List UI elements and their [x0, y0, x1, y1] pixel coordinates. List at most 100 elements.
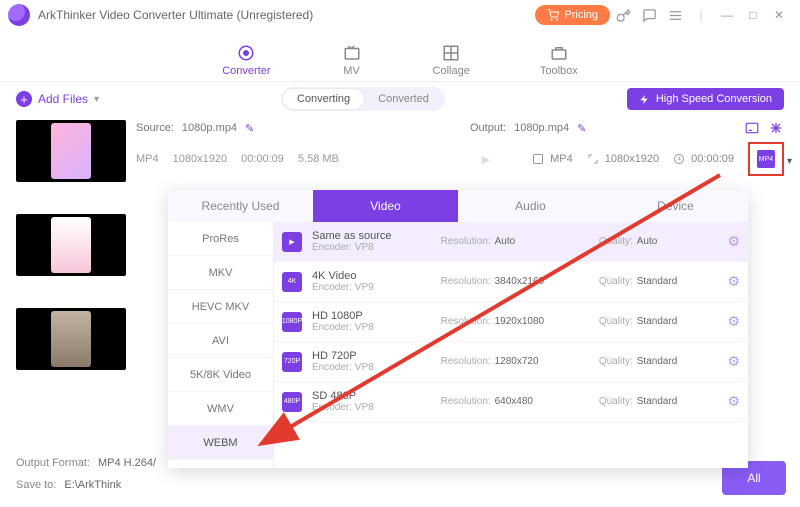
source-label: Source: [136, 122, 174, 134]
hsc-label: High Speed Conversion [656, 93, 772, 105]
chevron-down-icon: ▾ [94, 94, 99, 105]
high-speed-conversion-button[interactable]: High Speed Conversion [627, 88, 784, 110]
output-format-value[interactable]: MP4 H.264/ [98, 455, 166, 471]
collage-icon [440, 44, 462, 62]
nav-collage[interactable]: Collage [433, 44, 470, 77]
preset-row[interactable]: 480PSD 480PEncoder: VP8Resolution: 640x4… [274, 382, 748, 422]
subtitle-icon[interactable] [744, 120, 760, 136]
source-name: 1080p.mp4 [182, 122, 237, 134]
res-label: Resolution: [441, 276, 491, 287]
close-button[interactable]: ✕ [766, 2, 792, 28]
preset-icon: 4K [282, 272, 302, 292]
preset-settings-icon[interactable]: ⚙ [727, 313, 740, 330]
preset-quality: Standard [637, 276, 678, 287]
nav-toolbox[interactable]: Toolbox [540, 44, 578, 77]
preset-title: Same as source [312, 230, 431, 242]
format-side-avi[interactable]: AVI [168, 324, 273, 358]
pricing-button[interactable]: Pricing [535, 5, 610, 25]
chevron-down-icon: ▾ [787, 156, 792, 167]
res-label: Resolution: [441, 396, 491, 407]
preset-resolution: 1920x1080 [495, 316, 545, 327]
nav-converter-label: Converter [222, 65, 270, 77]
preset-settings-icon[interactable]: ⚙ [727, 393, 740, 410]
preset-quality: Auto [637, 236, 658, 247]
preset-encoder: Encoder: VP8 [312, 362, 431, 373]
preset-settings-icon[interactable]: ⚙ [727, 233, 740, 250]
converter-icon [235, 44, 257, 62]
format-side-webm[interactable]: WEBM [168, 426, 273, 460]
format-side-mxf[interactable]: MXF [168, 460, 273, 468]
film-icon [532, 153, 544, 165]
pill-converting[interactable]: Converting [283, 89, 364, 109]
preset-resolution: Auto [495, 236, 516, 247]
enhance-icon[interactable] [768, 120, 784, 136]
preset-encoder: Encoder: VP9 [312, 282, 431, 293]
minimize-button[interactable]: — [714, 2, 740, 28]
preset-title: 4K Video [312, 270, 431, 282]
preset-quality: Standard [637, 396, 678, 407]
preset-settings-icon[interactable]: ⚙ [727, 273, 740, 290]
toolbox-icon [548, 44, 570, 62]
edit-output-icon[interactable]: ✎ [577, 122, 586, 135]
add-files-label: Add Files [38, 92, 88, 106]
save-to-value[interactable]: E:\ArkThink [64, 477, 131, 493]
format-side-prores[interactable]: ProRes [168, 222, 273, 256]
add-files-button[interactable]: + Add Files ▾ [16, 91, 99, 107]
q-label: Quality: [599, 276, 633, 287]
mv-icon [341, 44, 363, 62]
format-side-wmv[interactable]: WMV [168, 392, 273, 426]
q-label: Quality: [599, 356, 633, 367]
pill-converted[interactable]: Converted [364, 89, 443, 109]
q-label: Quality: [599, 316, 633, 327]
nav-toolbox-label: Toolbox [540, 65, 578, 77]
pricing-label: Pricing [564, 9, 598, 21]
file-thumbnail-2[interactable] [16, 214, 126, 276]
key-icon[interactable] [610, 2, 636, 28]
preset-row[interactable]: 1080PHD 1080PEncoder: VP8Resolution: 192… [274, 302, 748, 342]
clock-icon [673, 153, 685, 165]
tab-device[interactable]: Device [603, 190, 748, 222]
preset-row[interactable]: 4K 4K VideoEncoder: VP9 Resolution: 3840x2… [274, 262, 748, 302]
menu-icon[interactable] [662, 2, 688, 28]
preset-resolution: 3840x2160 [495, 276, 545, 287]
nav-converter[interactable]: Converter [222, 44, 270, 77]
format-dropdown[interactable]: MP4 ▾ [748, 142, 784, 176]
output-format-label: Output Format: [16, 457, 90, 469]
format-side-mkv[interactable]: MKV [168, 256, 273, 290]
feedback-icon[interactable] [636, 2, 662, 28]
maximize-button[interactable]: □ [740, 2, 766, 28]
preset-quality: Standard [637, 316, 678, 327]
preset-row[interactable]: ▶Same as sourceEncoder: VP8Resolution: A… [274, 222, 748, 262]
preset-row[interactable]: 720PHD 720PEncoder: VP8Resolution: 1280x… [274, 342, 748, 382]
tab-audio[interactable]: Audio [458, 190, 603, 222]
tab-video[interactable]: Video [313, 190, 458, 222]
cart-icon [547, 9, 559, 21]
window-title: ArkThinker Video Converter Ultimate (Unr… [38, 8, 313, 22]
tab-recently-used[interactable]: Recently Used [168, 190, 313, 222]
plus-icon: + [16, 91, 32, 107]
q-label: Quality: [599, 396, 633, 407]
preset-settings-icon[interactable]: ⚙ [727, 353, 740, 370]
file-format: MP4 [136, 153, 159, 165]
file-dur: 00:00:09 [241, 153, 284, 165]
file-thumbnail-3[interactable] [16, 308, 126, 370]
preset-resolution: 1280x720 [495, 356, 539, 367]
format-side-hevc-mkv[interactable]: HEVC MKV [168, 290, 273, 324]
format-dd-label: MP4 [757, 150, 775, 168]
out-fmt: MP4 [550, 153, 573, 165]
status-pills: Converting Converted [281, 87, 445, 111]
file-dim: 1080x1920 [173, 153, 227, 165]
res-label: Resolution: [441, 316, 491, 327]
format-side-5k-8k-video[interactable]: 5K/8K Video [168, 358, 273, 392]
nav-collage-label: Collage [433, 65, 470, 77]
preset-icon: 480P [282, 392, 302, 412]
preset-icon: 1080P [282, 312, 302, 332]
file-thumbnail[interactable] [16, 120, 126, 182]
file-size: 5.58 MB [298, 153, 339, 165]
preset-icon: 720P [282, 352, 302, 372]
preset-title: HD 720P [312, 350, 431, 362]
nav-mv[interactable]: MV [341, 44, 363, 77]
format-panel: Recently Used Video Audio Device ProResM… [168, 190, 748, 468]
edit-source-icon[interactable]: ✎ [245, 122, 254, 135]
preset-resolution: 640x480 [495, 396, 533, 407]
